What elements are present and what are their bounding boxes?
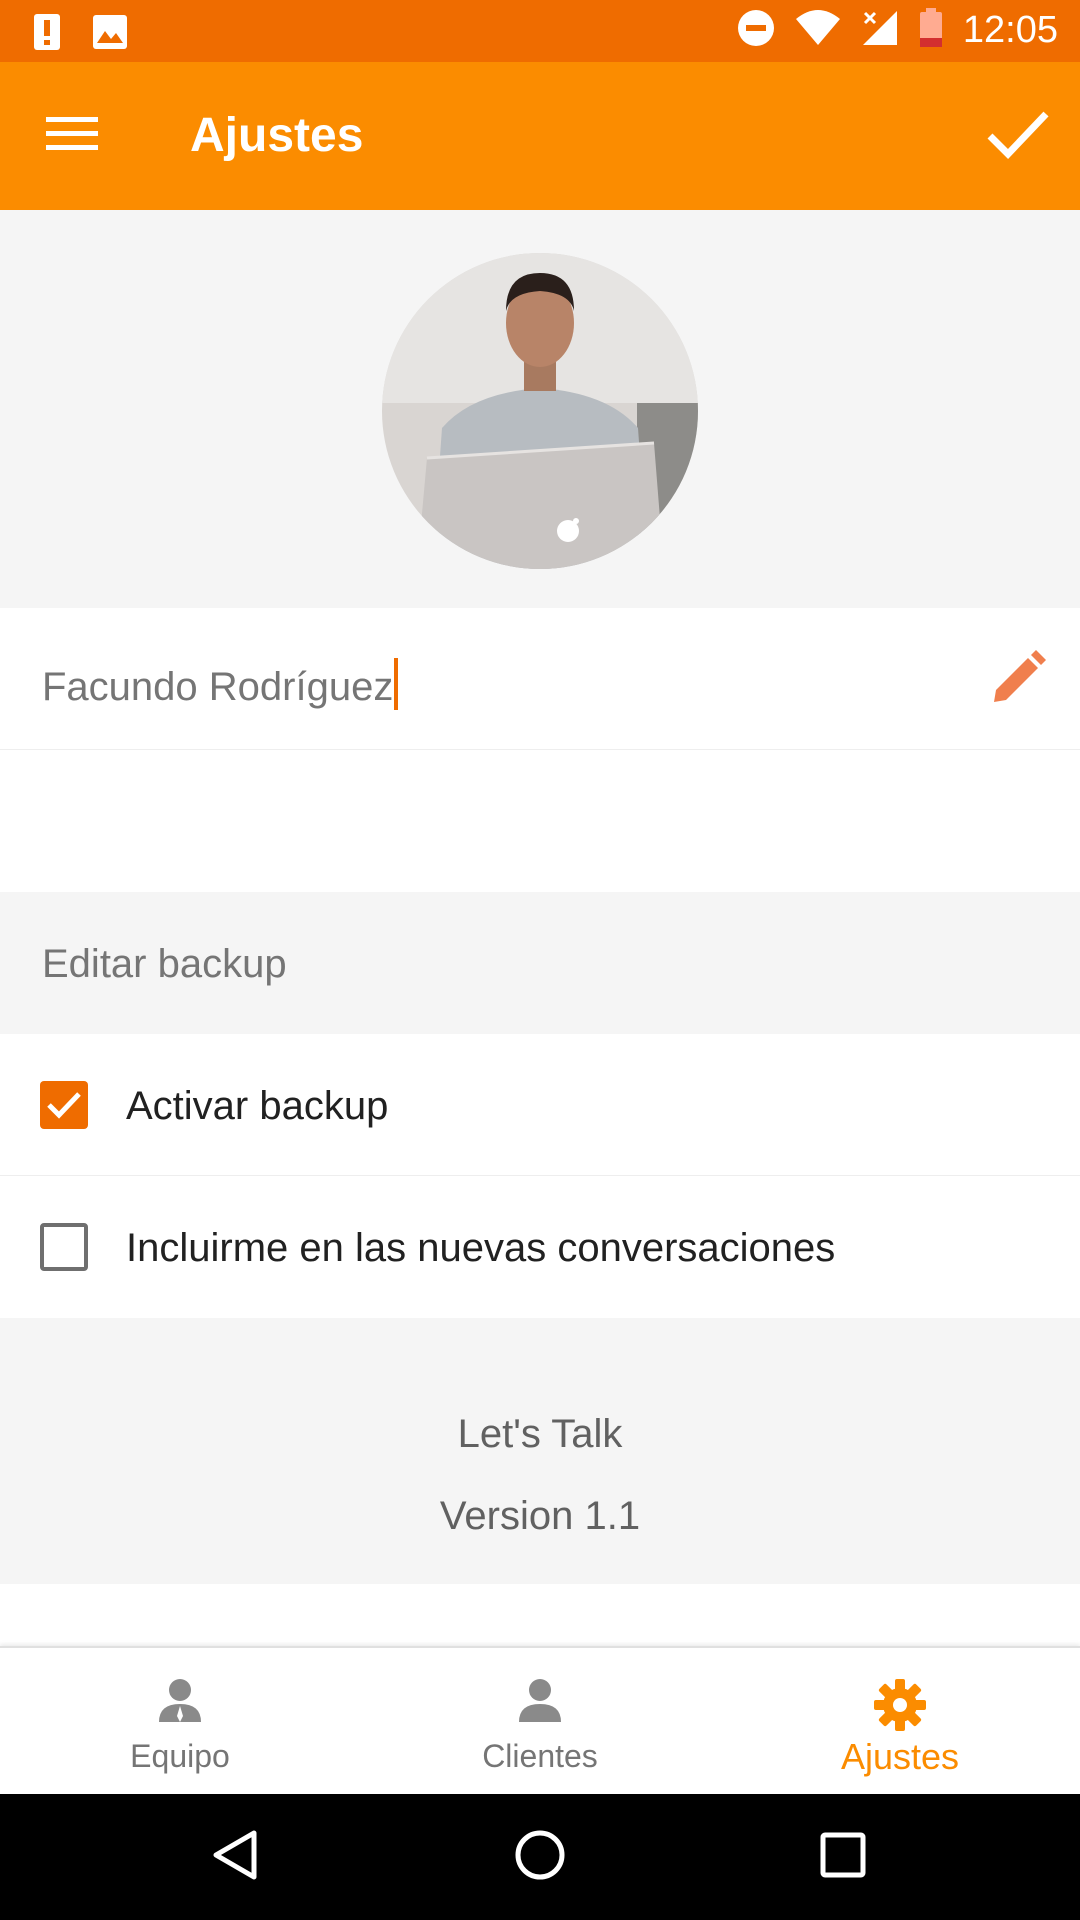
signal-icon (861, 9, 899, 52)
status-time: 12:05 (962, 9, 1058, 51)
status-notifications (32, 12, 128, 57)
app-version: Version 1.1 (439, 1494, 641, 1538)
profile-photo (382, 253, 698, 569)
recents-button[interactable] (808, 1822, 878, 1892)
home-circle-icon (514, 1829, 566, 1886)
settings-gear-icon (873, 1678, 927, 1734)
person-icon (517, 1678, 563, 1734)
menu-button[interactable] (38, 104, 106, 166)
text-cursor (394, 658, 399, 710)
activate-backup-label: Activar backup (126, 1084, 389, 1128)
profile-section (0, 210, 1080, 608)
alert-icon (32, 12, 62, 57)
name-field[interactable]: Facundo Rodríguez (42, 658, 399, 710)
back-triangle-icon (212, 1830, 258, 1885)
activate-backup-row[interactable]: Activar backup (0, 1034, 1080, 1176)
section-title: Editar backup (42, 942, 287, 986)
app-name: Let's Talk (457, 1412, 623, 1456)
nav-tab-ajustes[interactable]: Ajustes (720, 1648, 1080, 1794)
check-icon (986, 108, 1050, 165)
about-section: Let's Talk Version 1.1 (0, 1318, 1080, 1584)
name-field-row: Facundo Rodríguez (0, 608, 1080, 750)
nav-tab-equipo[interactable]: Equipo (0, 1648, 360, 1794)
nav-tab-label: Equipo (130, 1738, 230, 1774)
edit-name-button[interactable] (986, 648, 1050, 712)
status-system: 12:05 (737, 8, 1058, 53)
status-bar: 12:05 (0, 0, 1080, 62)
image-icon (92, 14, 128, 55)
save-button[interactable] (978, 96, 1058, 176)
backup-section-header: Editar backup (0, 892, 1080, 1034)
nav-tab-label: Ajustes (840, 1736, 960, 1777)
name-value: Facundo Rodríguez (42, 665, 394, 709)
pencil-icon (990, 649, 1046, 711)
do-not-disturb-icon (737, 9, 775, 52)
spacer (0, 750, 1080, 892)
system-navigation-bar (0, 1794, 1080, 1920)
nav-tab-clientes[interactable]: Clientes (360, 1648, 720, 1794)
back-button[interactable] (200, 1822, 270, 1892)
avatar[interactable] (382, 253, 698, 569)
nav-tab-label: Clientes (482, 1738, 598, 1774)
app-bar: Ajustes (0, 62, 1080, 210)
team-icon (157, 1678, 203, 1734)
include-me-row[interactable]: Incluirme en las nuevas conversaciones (0, 1176, 1080, 1318)
recents-square-icon (820, 1832, 866, 1883)
bottom-navigation: Equipo Clientes Ajustes (0, 1646, 1080, 1794)
spacer (0, 1584, 1080, 1646)
battery-icon (919, 8, 943, 53)
menu-icon (46, 113, 98, 158)
wifi-icon (795, 9, 841, 52)
home-button[interactable] (505, 1822, 575, 1892)
include-me-checkbox[interactable] (40, 1223, 88, 1271)
activate-backup-checkbox[interactable] (40, 1081, 88, 1129)
include-me-label: Incluirme en las nuevas conversaciones (126, 1226, 836, 1270)
page-title: Ajustes (190, 109, 364, 162)
